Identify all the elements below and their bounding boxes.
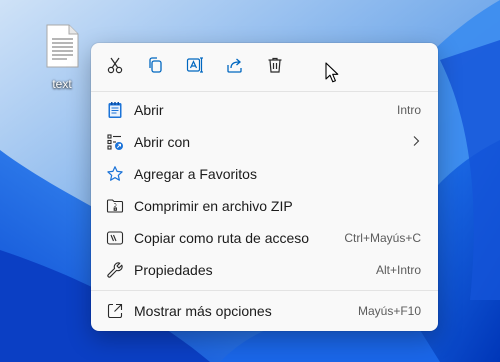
copy-icon (146, 56, 164, 79)
desktop-file-text[interactable]: text (40, 24, 84, 91)
rename-icon (186, 56, 204, 79)
shortcut-text: Alt+Intro (375, 263, 421, 277)
menu-item-abrir[interactable]: Abrir Intro (91, 94, 438, 126)
shortcut-text: Mayús+F10 (357, 304, 421, 318)
rename-button[interactable] (183, 55, 207, 79)
delete-button[interactable] (263, 55, 287, 79)
show-more-icon (105, 301, 125, 321)
chevron-right-icon (412, 135, 420, 150)
menu-item-propiedades[interactable]: Propiedades Alt+Intro (91, 254, 438, 286)
open-with-icon (105, 132, 125, 152)
menu-item-comprimir-zip[interactable]: Comprimir en archivo ZIP (91, 190, 438, 222)
menu-item-agregar-favoritos[interactable]: Agregar a Favoritos (91, 158, 438, 190)
menu-item-label: Agregar a Favoritos (134, 166, 257, 182)
cut-button[interactable] (103, 55, 127, 79)
text-file-icon (45, 24, 79, 73)
menu-divider (91, 91, 438, 92)
context-menu-toolbar (91, 43, 438, 91)
menu-divider (91, 290, 438, 291)
cut-icon (106, 56, 124, 79)
menu-item-label: Mostrar más opciones (134, 303, 272, 319)
share-icon (226, 56, 244, 79)
menu-item-abrir-con[interactable]: Abrir con (91, 126, 438, 158)
menu-item-label: Abrir con (134, 134, 191, 150)
zip-folder-icon (105, 196, 125, 216)
desktop-file-label: text (52, 77, 72, 91)
mouse-cursor-icon (325, 62, 339, 89)
copy-button[interactable] (143, 55, 167, 79)
star-icon (105, 164, 125, 184)
shortcut-text: Ctrl+Mayús+C (344, 231, 421, 245)
wrench-icon (105, 260, 125, 280)
delete-icon (266, 56, 284, 79)
menu-item-label: Propiedades (134, 262, 213, 278)
menu-item-label: Comprimir en archivo ZIP (134, 198, 293, 214)
copy-path-icon (105, 228, 125, 248)
shortcut-text: Intro (396, 103, 421, 117)
share-button[interactable] (223, 55, 247, 79)
context-menu: Abrir Intro Abrir con Agregar a Favorito… (91, 43, 438, 331)
menu-item-label: Abrir (134, 102, 164, 118)
menu-item-label: Copiar como ruta de acceso (134, 230, 310, 246)
menu-item-mostrar-mas-opciones[interactable]: Mostrar más opciones Mayús+F10 (91, 295, 438, 327)
notepad-icon (105, 100, 125, 120)
menu-item-copiar-ruta[interactable]: Copiar como ruta de acceso Ctrl+Mayús+C (91, 222, 438, 254)
